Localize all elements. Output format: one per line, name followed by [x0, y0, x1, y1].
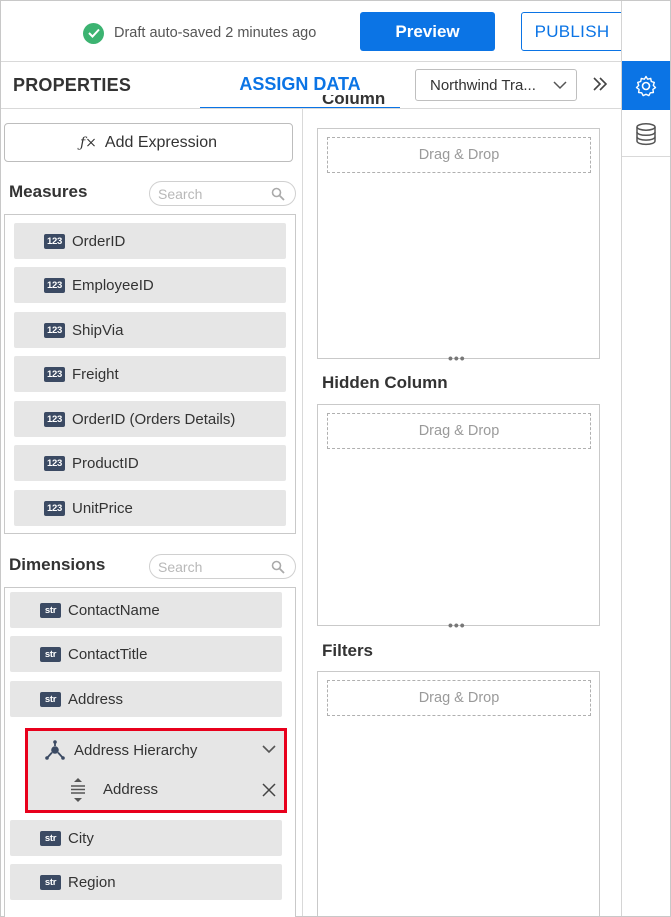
top-toolbar: Draft auto-saved 2 minutes ago Preview P…: [1, 1, 654, 61]
preview-button[interactable]: Preview: [360, 12, 495, 51]
measure-item[interactable]: 123 OrderID (Orders Details): [14, 401, 286, 437]
string-type-icon: str: [40, 691, 61, 707]
save-status-text: Draft auto-saved 2 minutes ago: [114, 25, 317, 41]
dimension-item[interactable]: str Address: [10, 681, 282, 717]
datasource-select-value: Northwind Tra...: [430, 76, 536, 94]
add-expression-button[interactable]: ƒ× Add Expression: [4, 123, 293, 162]
function-icon: ƒ×: [80, 134, 97, 151]
dimension-label: ContactTitle: [68, 645, 148, 663]
measures-title: Measures: [9, 182, 88, 201]
number-type-icon: 123: [44, 322, 65, 338]
hidden-column-drop-zone[interactable]: Drag & Drop: [327, 413, 591, 449]
add-expression-label: Add Expression: [104, 133, 217, 151]
column-title: Column: [322, 95, 386, 108]
dimension-label: Address: [68, 690, 124, 708]
measures-search-input[interactable]: Search: [149, 181, 296, 206]
assign-wells-panel: Column Drag & Drop ••• Hidden Column Dra…: [302, 95, 620, 916]
dimension-item[interactable]: str ContactName: [10, 592, 282, 628]
string-type-icon: str: [40, 874, 61, 890]
measure-label: UnitPrice: [72, 499, 133, 517]
datasource-rail-button[interactable]: [622, 111, 670, 157]
measure-label: OrderID: [72, 232, 126, 250]
hidden-column-well[interactable]: Drag & Drop •••: [317, 404, 600, 632]
measure-label: EmployeeID: [72, 276, 154, 294]
right-rail: [621, 1, 670, 916]
hierarchy-child-label: Address: [103, 781, 159, 798]
hierarchy-child-item[interactable]: Address: [28, 769, 284, 810]
number-type-icon: 123: [44, 366, 65, 382]
publish-button[interactable]: PUBLISH: [522, 13, 622, 50]
filters-drop-zone[interactable]: Drag & Drop: [327, 680, 591, 716]
filters-title: Filters: [322, 641, 374, 660]
measure-item[interactable]: 123 Freight: [14, 356, 286, 392]
hierarchy-item-highlighted[interactable]: Address Hierarchy Address: [25, 728, 287, 813]
string-type-icon: str: [40, 602, 61, 618]
column-title-clip: Column: [322, 95, 442, 109]
dimension-label: Region: [68, 873, 116, 891]
resize-grip-icon[interactable]: •••: [448, 618, 466, 632]
chevron-down-icon: [553, 81, 567, 90]
measure-item[interactable]: 123 ShipVia: [14, 312, 286, 348]
save-status: Draft auto-saved 2 minutes ago: [83, 22, 316, 44]
number-type-icon: 123: [44, 233, 65, 249]
measure-item[interactable]: 123 EmployeeID: [14, 267, 286, 303]
measure-label: OrderID (Orders Details): [72, 410, 236, 428]
number-type-icon: 123: [44, 455, 65, 471]
measures-list: 123 OrderID 123 EmployeeID 123 ShipVia 123 F…: [4, 214, 296, 534]
string-type-icon: str: [40, 646, 61, 662]
dimension-item[interactable]: str City: [10, 820, 282, 856]
number-type-icon: 123: [44, 500, 65, 516]
search-placeholder: Search: [158, 558, 203, 575]
number-type-icon: 123: [44, 277, 65, 293]
measure-label: ShipVia: [72, 321, 124, 339]
measure-label: Freight: [72, 365, 119, 383]
search-placeholder: Search: [158, 185, 203, 202]
measure-item[interactable]: 123 UnitPrice: [14, 490, 286, 526]
column-well[interactable]: Drag & Drop •••: [317, 128, 600, 365]
chevron-down-icon[interactable]: [262, 744, 276, 754]
search-icon: [271, 560, 285, 574]
panel-tabs: PROPERTIES ASSIGN DATA Northwind Tra...: [1, 61, 621, 109]
dimension-item[interactable]: str Region: [10, 864, 282, 900]
string-type-icon: str: [40, 830, 61, 846]
close-icon[interactable]: [262, 783, 276, 797]
measure-label: ProductID: [72, 454, 139, 472]
hierarchy-label: Address Hierarchy: [74, 741, 198, 759]
tab-properties[interactable]: PROPERTIES: [13, 75, 131, 96]
dimensions-search-input[interactable]: Search: [149, 554, 296, 579]
measure-item[interactable]: 123 OrderID: [14, 223, 286, 259]
search-icon: [271, 187, 285, 201]
settings-rail-button[interactable]: [622, 61, 670, 110]
number-type-icon: 123: [44, 411, 65, 427]
column-drop-zone[interactable]: Drag & Drop: [327, 137, 591, 173]
hierarchy-header[interactable]: Address Hierarchy: [28, 731, 284, 769]
measure-item[interactable]: 123 ProductID: [14, 445, 286, 481]
fields-panel: ƒ× Add Expression Measures Search 123 Ord…: [1, 109, 301, 917]
check-circle-icon: [83, 22, 104, 44]
dimension-label: ContactName: [68, 601, 160, 619]
drag-handle-icon[interactable]: [70, 777, 86, 802]
hierarchy-icon: [45, 740, 65, 760]
hidden-column-title: Hidden Column: [322, 373, 448, 392]
double-chevron-right-icon[interactable]: [591, 75, 609, 93]
dimension-item[interactable]: str ContactTitle: [10, 636, 282, 672]
dimensions-title: Dimensions: [9, 555, 106, 574]
database-icon: [636, 122, 656, 145]
gear-icon: [635, 75, 657, 96]
dimension-label: City: [68, 829, 94, 847]
resize-grip-icon[interactable]: •••: [448, 351, 466, 365]
filters-well[interactable]: Drag & Drop: [317, 671, 600, 916]
